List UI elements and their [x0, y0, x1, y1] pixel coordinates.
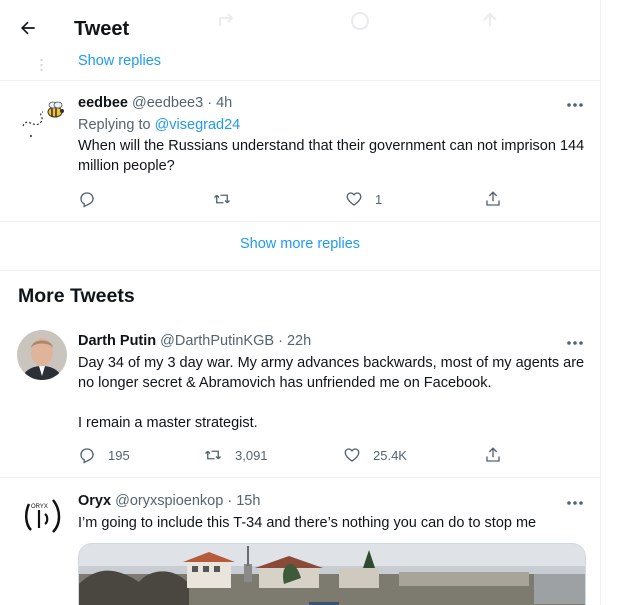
- tweet-time[interactable]: 4h: [216, 95, 232, 111]
- reply-count: 195: [108, 447, 130, 463]
- like-button[interactable]: 25.4K: [343, 446, 407, 464]
- page-title: Tweet: [74, 18, 130, 40]
- share-button[interactable]: [484, 446, 502, 464]
- avatar[interactable]: [17, 330, 67, 380]
- replying-prefix: Replying to: [78, 117, 151, 133]
- tweet-text: Day 34 of my 3 day war. My army advances…: [78, 355, 585, 391]
- oryx-logo-icon: ORYX: [25, 499, 61, 533]
- tweet-time[interactable]: 15h: [236, 493, 260, 509]
- ghost-action-icons: [219, 12, 497, 30]
- reply-icon: [80, 192, 94, 208]
- more-options-icon[interactable]: [564, 98, 586, 112]
- retweet-count: 3,091: [235, 447, 268, 463]
- tweet-name-line: Darth Putin @DarthPutinKGB · 22h: [78, 332, 311, 350]
- author-handle[interactable]: @eedbee3: [132, 95, 203, 111]
- back-button[interactable]: [14, 14, 42, 42]
- share-button[interactable]: [484, 190, 502, 208]
- show-replies-link[interactable]: Show replies: [78, 53, 161, 69]
- like-button[interactable]: 1: [345, 190, 382, 208]
- tweet-card[interactable]: Darth Putin @DarthPutinKGB · 22h Day 34 …: [0, 318, 600, 476]
- separator: ·: [207, 95, 213, 111]
- tweet-text-line2: I remain a master strategist.: [78, 415, 258, 431]
- reply-button[interactable]: [78, 190, 108, 208]
- replying-to-link[interactable]: @visegrad24: [155, 117, 241, 133]
- retweet-button[interactable]: 3,091: [203, 446, 268, 464]
- tweet-column: Tweet Show replies eedbee @eedbee3 · 4h …: [0, 0, 601, 605]
- landscape-photo: [79, 544, 585, 605]
- more-options-icon[interactable]: [564, 336, 586, 350]
- tweet-name-line: eedbee @eedbee3 · 4h: [78, 94, 232, 112]
- tweet-text: When will the Russians understand that t…: [78, 138, 585, 174]
- separator: ·: [227, 493, 233, 509]
- author-name[interactable]: Oryx: [78, 493, 111, 509]
- heart-icon: [344, 448, 360, 462]
- tweet-name-line: Oryx @oryxspioenkop · 15h: [78, 492, 260, 510]
- share-icon: [486, 191, 500, 206]
- like-count: 25.4K: [373, 447, 407, 463]
- reply-button[interactable]: 195: [78, 446, 130, 464]
- author-handle[interactable]: @DarthPutinKGB: [160, 333, 274, 349]
- author-name[interactable]: eedbee: [78, 95, 128, 111]
- like-count: 1: [375, 191, 383, 207]
- tweet-media-image[interactable]: [78, 543, 586, 605]
- author-name[interactable]: Darth Putin: [78, 333, 156, 349]
- tweet-text: I’m going to include this T-34 and there…: [78, 515, 537, 531]
- avatar[interactable]: ORYX: [17, 490, 67, 540]
- avatar[interactable]: [17, 92, 67, 142]
- portrait-avatar-icon: [17, 330, 67, 380]
- tweet-time[interactable]: 22h: [287, 333, 311, 349]
- reply-tweet[interactable]: eedbee @eedbee3 · 4h Replying to @visegr…: [0, 80, 600, 220]
- thread-connector-dots: [40, 58, 43, 72]
- divider: [0, 221, 600, 222]
- author-handle[interactable]: @oryxspioenkop: [115, 493, 223, 509]
- oryx-logo-text: ORYX: [31, 504, 48, 510]
- show-more-replies-link[interactable]: Show more replies: [0, 236, 600, 252]
- retweet-button[interactable]: [212, 190, 244, 208]
- separator: ·: [278, 333, 283, 349]
- replying-to: Replying to @visegrad24: [78, 116, 240, 134]
- retweet-icon: [205, 450, 221, 460]
- section-divider: [0, 270, 600, 271]
- bee-avatar-icon: [22, 101, 64, 137]
- more-options-icon[interactable]: [564, 496, 586, 510]
- arrow-left-icon: [21, 21, 35, 35]
- reply-icon: [80, 448, 94, 464]
- retweet-icon: [214, 194, 230, 204]
- more-tweets-heading: More Tweets: [18, 285, 135, 307]
- scrollbar[interactable]: [609, 0, 622, 605]
- heart-icon: [346, 192, 362, 206]
- share-icon: [486, 447, 500, 462]
- page-header: Tweet: [0, 0, 600, 50]
